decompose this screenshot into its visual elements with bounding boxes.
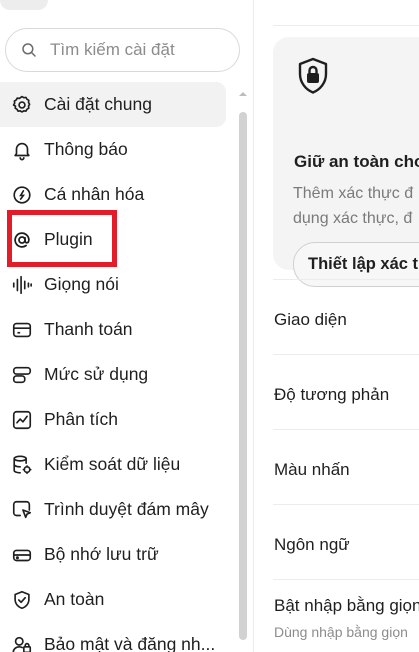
database-icon xyxy=(10,453,34,477)
sidebar-item-cloud-browser[interactable]: Trình duyệt đám mây xyxy=(0,487,226,532)
security-card-desc-line: Thêm xác thực đ xyxy=(293,185,414,202)
voice-waveform-icon xyxy=(10,273,34,297)
sidebar-item-label: Phân tích xyxy=(44,409,118,429)
credit-card-icon xyxy=(10,318,34,342)
sidebar-item-label: Kiểm soát dữ liệu xyxy=(44,454,181,474)
sidebar-item-usage[interactable]: Mức sử dụng xyxy=(0,352,226,397)
setting-row-appearance[interactable]: Giao diện xyxy=(273,279,419,354)
setting-label: Bật nhập bằng giọn xyxy=(274,596,419,615)
settings-content: Giữ an toàn cho Thêm xác thực đ dụng xác… xyxy=(255,0,419,652)
sidebar-item-label: Cài đặt chung xyxy=(44,94,152,114)
sidebar-item-label: Thông báo xyxy=(44,139,128,159)
sidebar-item-label: Trình duyệt đám mây xyxy=(44,499,209,519)
bell-icon xyxy=(10,138,34,162)
setting-description: Dùng nhập bằng giọn xyxy=(274,624,408,640)
settings-window: Cài đặt chung Thông báo Cá nhân hóa xyxy=(0,0,419,652)
sidebar-scrollbar[interactable] xyxy=(238,88,248,652)
sidebar-item-security-login[interactable]: Bảo mật và đăng nh... xyxy=(0,622,226,652)
setting-label: Độ tương phản xyxy=(274,385,390,404)
sidebar-item-label: Plugin xyxy=(44,229,93,249)
sidebar-item-notifications[interactable]: Thông báo xyxy=(0,127,226,172)
setting-row-contrast[interactable]: Độ tương phản xyxy=(273,354,419,429)
settings-sidebar: Cài đặt chung Thông báo Cá nhân hóa xyxy=(0,0,254,652)
sidebar-item-label: Bộ nhớ lưu trữ xyxy=(44,544,159,564)
security-card: Giữ an toàn cho Thêm xác thực đ dụng xác… xyxy=(273,37,419,287)
sidebar-item-storage[interactable]: Bộ nhớ lưu trữ xyxy=(0,532,226,577)
sidebar-item-analytics[interactable]: Phân tích xyxy=(0,397,226,442)
setting-row-language[interactable]: Ngôn ngữ xyxy=(273,504,419,579)
sidebar-item-label: An toàn xyxy=(44,589,105,609)
sidebar-item-personalization[interactable]: Cá nhân hóa xyxy=(0,172,226,217)
shield-icon xyxy=(10,588,34,612)
sidebar-item-billing[interactable]: Thanh toán xyxy=(0,307,226,352)
security-card-desc-line: dụng xác thực, đ xyxy=(293,210,413,227)
scroll-thumb[interactable] xyxy=(239,112,247,640)
sidebar-item-general[interactable]: Cài đặt chung xyxy=(0,82,226,127)
setting-label: Màu nhấn xyxy=(274,460,350,479)
sidebar-item-label: Bảo mật và đăng nh... xyxy=(44,634,216,652)
gear-icon xyxy=(10,93,34,117)
setting-row-voice-input[interactable]: Bật nhập bằng giọn Dùng nhập bằng giọn xyxy=(273,579,419,652)
analytics-chart-icon xyxy=(10,408,34,432)
account-security-icon xyxy=(10,633,34,652)
personalize-icon xyxy=(10,183,34,207)
sidebar-item-safety[interactable]: An toàn xyxy=(0,577,226,622)
security-card-title: Giữ an toàn cho xyxy=(294,152,419,171)
setting-row-accent-color[interactable]: Màu nhấn xyxy=(273,429,419,504)
storage-icon xyxy=(10,543,34,567)
cloud-browser-icon xyxy=(10,498,34,522)
setting-label: Ngôn ngữ xyxy=(274,535,350,554)
sidebar-item-voice[interactable]: Giọng nói xyxy=(0,262,226,307)
search-icon xyxy=(22,43,36,57)
scroll-up-arrow-icon[interactable] xyxy=(238,88,248,98)
sidebar-item-label: Giọng nói xyxy=(44,274,119,294)
search-box[interactable] xyxy=(5,28,240,72)
setting-label: Giao diện xyxy=(274,310,347,329)
divider xyxy=(273,25,419,26)
top-tab-stub[interactable] xyxy=(0,0,48,10)
usage-icon xyxy=(10,363,34,387)
security-card-description: Thêm xác thực đ dụng xác thực, đ xyxy=(293,181,419,231)
sidebar-item-plugin[interactable]: Plugin xyxy=(0,217,226,262)
lock-shield-icon xyxy=(298,57,328,94)
plugin-icon xyxy=(10,228,34,252)
sidebar-item-label: Mức sử dụng xyxy=(44,364,149,384)
search-input[interactable] xyxy=(50,40,225,60)
sidebar-item-data-controls[interactable]: Kiểm soát dữ liệu xyxy=(0,442,226,487)
settings-nav: Cài đặt chung Thông báo Cá nhân hóa Plug… xyxy=(0,82,232,652)
sidebar-item-label: Thanh toán xyxy=(44,319,133,339)
sidebar-item-label: Cá nhân hóa xyxy=(44,184,145,204)
